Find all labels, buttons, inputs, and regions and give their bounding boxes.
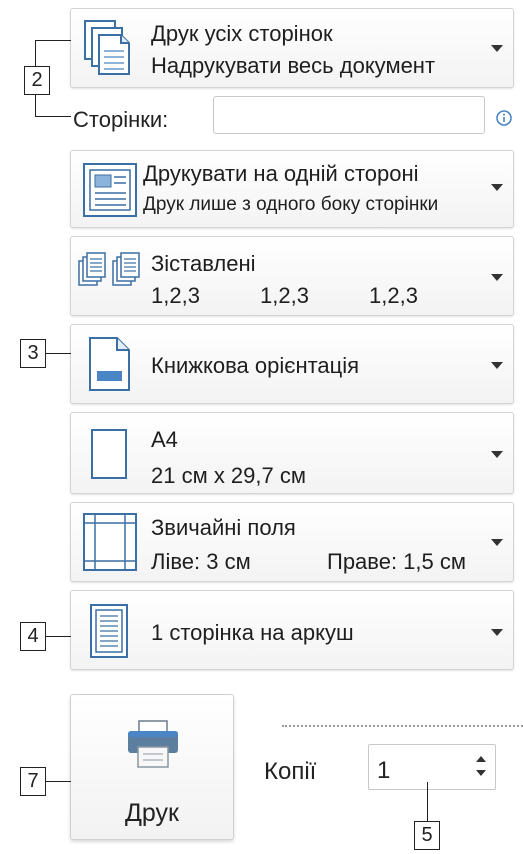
multi-page-icon [81, 19, 139, 84]
stepper-down-icon[interactable] [476, 770, 486, 776]
paper-size-dropdown[interactable]: A4 21 см x 29,7 см [70, 412, 514, 494]
pages-label: Сторінки: [73, 107, 169, 132]
print-one-side-subtitle: Друк лише з одного боку сторінки [143, 194, 439, 215]
margins-dropdown[interactable]: Звичайні поля Ліве: 3 см Праве: 1,5 см [70, 502, 514, 582]
collate-sequence-1: 1,2,3 [151, 283, 200, 308]
stepper-up-icon[interactable] [476, 756, 486, 762]
collated-pages-icon [77, 251, 143, 302]
chevron-down-icon [491, 274, 503, 281]
pages-per-sheet-dropdown[interactable]: 1 сторінка на аркуш [70, 590, 514, 670]
callout-2: 2 [24, 66, 50, 95]
printer-icon [125, 719, 181, 774]
print-all-pages-dropdown[interactable]: Друк усіх сторінок Надрукувати весь доку… [70, 8, 514, 88]
chevron-down-icon [491, 451, 503, 458]
paper-size-title: A4 [151, 427, 178, 452]
margins-left: Ліве: 3 см [151, 549, 251, 574]
orientation-dropdown[interactable]: Книжкова орієнтація [70, 324, 514, 404]
margins-title: Звичайні поля [151, 515, 296, 540]
callout-4-line [46, 636, 71, 637]
callout-5-line [427, 782, 428, 822]
callout-3-line [46, 353, 71, 354]
paper-size-subtitle: 21 см x 29,7 см [151, 463, 306, 488]
callout-3: 3 [20, 339, 46, 368]
callout-7: 7 [20, 767, 46, 796]
page-per-sheet-icon [89, 603, 129, 664]
collated-dropdown[interactable]: Зіставлені 1,2,3 1,2,3 1,2,3 [70, 236, 514, 316]
print-button-label: Друк [125, 799, 179, 827]
separator [282, 725, 523, 727]
callout-7-line [46, 781, 71, 782]
chevron-down-icon [491, 45, 503, 52]
print-one-side-dropdown[interactable]: Друкувати на одній стороні Друк лише з о… [70, 150, 514, 228]
paper-size-icon [89, 427, 129, 486]
collate-sequence-3: 1,2,3 [369, 283, 418, 308]
callout-4: 4 [20, 622, 46, 651]
pages-input[interactable] [213, 96, 485, 134]
print-all-pages-subtitle: Надрукувати весь документ [151, 53, 436, 78]
info-icon[interactable] [496, 110, 512, 126]
print-all-pages-title: Друк усіх сторінок [151, 21, 333, 46]
margins-icon [81, 511, 139, 578]
chevron-down-icon [491, 184, 503, 191]
orientation-title: Книжкова орієнтація [151, 353, 360, 378]
margins-right: Праве: 1,5 см [327, 549, 467, 574]
callout-2-line-top [35, 40, 71, 41]
chevron-down-icon [491, 629, 503, 636]
chevron-down-icon [491, 362, 503, 369]
print-one-side-title: Друкувати на одній стороні [143, 161, 419, 186]
copies-stepper[interactable]: 1 [368, 744, 496, 790]
single-side-page-icon [81, 161, 141, 224]
callout-2-line-bottom [35, 116, 71, 117]
pages-per-sheet-title: 1 сторінка на аркуш [151, 620, 354, 645]
collated-title: Зіставлені [151, 251, 256, 276]
portrait-orientation-icon [87, 335, 133, 398]
copies-label: Копії [264, 758, 317, 785]
print-button[interactable]: Друк [70, 694, 234, 840]
collate-sequence-2: 1,2,3 [260, 283, 309, 308]
copies-value: 1 [377, 757, 391, 784]
chevron-down-icon [491, 539, 503, 546]
callout-5: 5 [414, 821, 440, 850]
